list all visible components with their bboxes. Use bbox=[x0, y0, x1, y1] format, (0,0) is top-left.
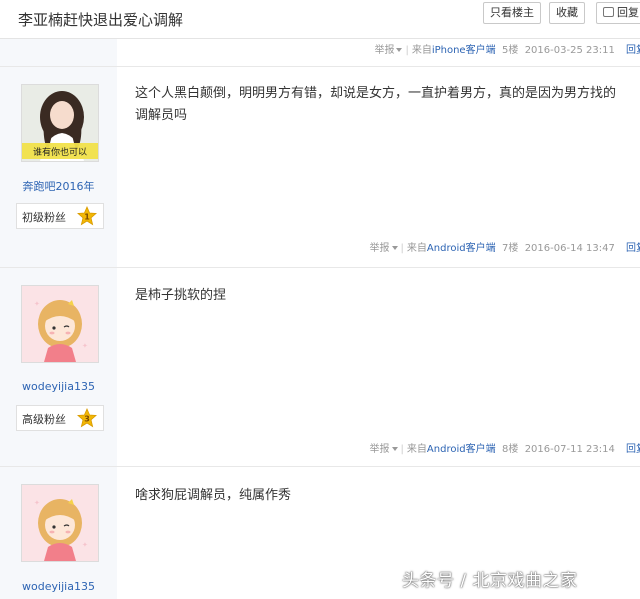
reply-button[interactable]: 回复 bbox=[596, 2, 640, 24]
fan-level-badge[interactable]: 高级粉丝 3 bbox=[16, 405, 104, 431]
avatar-image: 谁有你也可以 bbox=[22, 85, 98, 161]
svg-text:✦: ✦ bbox=[34, 499, 40, 507]
post-sidebar: ✦ ✦ wodeyijia135 bbox=[0, 467, 117, 599]
post-meta: 举报|来自Android客户端 8楼 2016-07-11 23:14 回复 bbox=[370, 440, 640, 455]
report-link[interactable]: 举报 bbox=[370, 444, 390, 455]
post-content: 是柿子挑软的捏 bbox=[135, 288, 227, 303]
avatar-image: ✦ ✦ bbox=[22, 286, 98, 362]
floor-number: 8楼 bbox=[501, 444, 519, 455]
username-link[interactable]: wodeyijia135 bbox=[0, 380, 117, 393]
post-content: 啥求狗屁调解员，纯属作秀 bbox=[135, 488, 292, 503]
username-link[interactable]: wodeyijia135 bbox=[0, 580, 117, 593]
svg-text:✦: ✦ bbox=[34, 300, 40, 308]
client-link[interactable]: Android客户端 bbox=[427, 243, 496, 254]
fan-level-badge[interactable]: 初级粉丝 1 bbox=[16, 203, 104, 229]
username-link[interactable]: 奔跑吧2016年 bbox=[0, 178, 117, 194]
post-time: 2016-03-25 23:11 bbox=[524, 45, 615, 56]
post-floor-8: ✦ ✦ wodeyijia135 高级粉丝 3 是柿子挑软的捏 举报 | 来自And… bbox=[0, 268, 640, 467]
post-floor-7: 谁有你也可以 奔跑吧2016年 初级粉丝 1 这个人黑白颠倒，明明男方有错，却说… bbox=[0, 67, 640, 268]
floor-number: 5楼 bbox=[501, 45, 519, 56]
client-link[interactable]: iPhone客户端 bbox=[432, 45, 496, 56]
chevron-down-icon[interactable] bbox=[391, 447, 398, 451]
reply-link[interactable]: 回复 bbox=[626, 243, 640, 254]
avatar-caption: 谁有你也可以 bbox=[33, 146, 87, 158]
reply-link[interactable]: 回复 bbox=[626, 444, 640, 455]
svg-text:✦: ✦ bbox=[82, 541, 88, 549]
avatar[interactable]: 谁有你也可以 bbox=[21, 84, 99, 162]
source-label: 来自 bbox=[411, 45, 432, 56]
fan-level-label: 初级粉丝 bbox=[22, 211, 66, 224]
post-time: 2016-06-14 13:47 bbox=[524, 243, 615, 254]
reply-link[interactable]: 回复 bbox=[626, 45, 640, 56]
favorite-button[interactable]: 收藏 bbox=[549, 2, 585, 24]
thread-title: 李亚楠赶快退出爱心调解 bbox=[18, 11, 184, 29]
post-sidebar bbox=[0, 39, 117, 66]
chevron-down-icon[interactable] bbox=[391, 246, 398, 250]
report-link[interactable]: 举报 bbox=[374, 45, 394, 56]
svg-text:✦: ✦ bbox=[82, 342, 88, 350]
thread-header: 李亚楠赶快退出爱心调解 只看楼主 收藏 回复 bbox=[0, 0, 640, 39]
fan-level-number: 3 bbox=[84, 415, 90, 424]
fan-level-number: 1 bbox=[84, 213, 90, 222]
reply-icon bbox=[603, 7, 614, 17]
reply-button-label: 回复 bbox=[617, 6, 639, 19]
floor-number: 7楼 bbox=[501, 243, 519, 254]
post-time: 2016-07-11 23:14 bbox=[524, 444, 615, 455]
chevron-down-icon[interactable] bbox=[396, 48, 403, 52]
avatar[interactable]: ✦ ✦ bbox=[21, 484, 99, 562]
post-sidebar: ✦ ✦ wodeyijia135 高级粉丝 3 bbox=[0, 268, 117, 466]
report-link[interactable]: 举报 bbox=[370, 243, 390, 254]
avatar[interactable]: ✦ ✦ bbox=[21, 285, 99, 363]
post-meta: 举报|来自Android客户端 7楼 2016-06-14 13:47 回复 bbox=[370, 239, 640, 254]
star-icon: 3 bbox=[77, 408, 97, 428]
previous-post-tail: 举报|来自iPhone客户端 5楼 2016-03-25 23:11 回复 bbox=[0, 39, 640, 67]
post-content: 这个人黑白颠倒，明明男方有错，却说是女方，一直护着男方，真的是因为男方找的调解员… bbox=[135, 86, 617, 123]
watermark: 头条号 / 北京戏曲之家 bbox=[402, 571, 578, 591]
post-sidebar: 谁有你也可以 奔跑吧2016年 初级粉丝 1 bbox=[0, 67, 117, 267]
fan-level-label: 高级粉丝 bbox=[22, 413, 66, 426]
avatar-image: ✦ ✦ bbox=[22, 485, 98, 561]
only-host-button[interactable]: 只看楼主 bbox=[483, 2, 541, 24]
client-link[interactable]: Android客户端 bbox=[427, 444, 496, 455]
source-label: 来自 bbox=[406, 444, 427, 455]
post-meta: 举报|来自iPhone客户端 5楼 2016-03-25 23:11 回复 bbox=[374, 41, 640, 56]
star-icon: 1 bbox=[77, 206, 97, 226]
source-label: 来自 bbox=[406, 243, 427, 254]
